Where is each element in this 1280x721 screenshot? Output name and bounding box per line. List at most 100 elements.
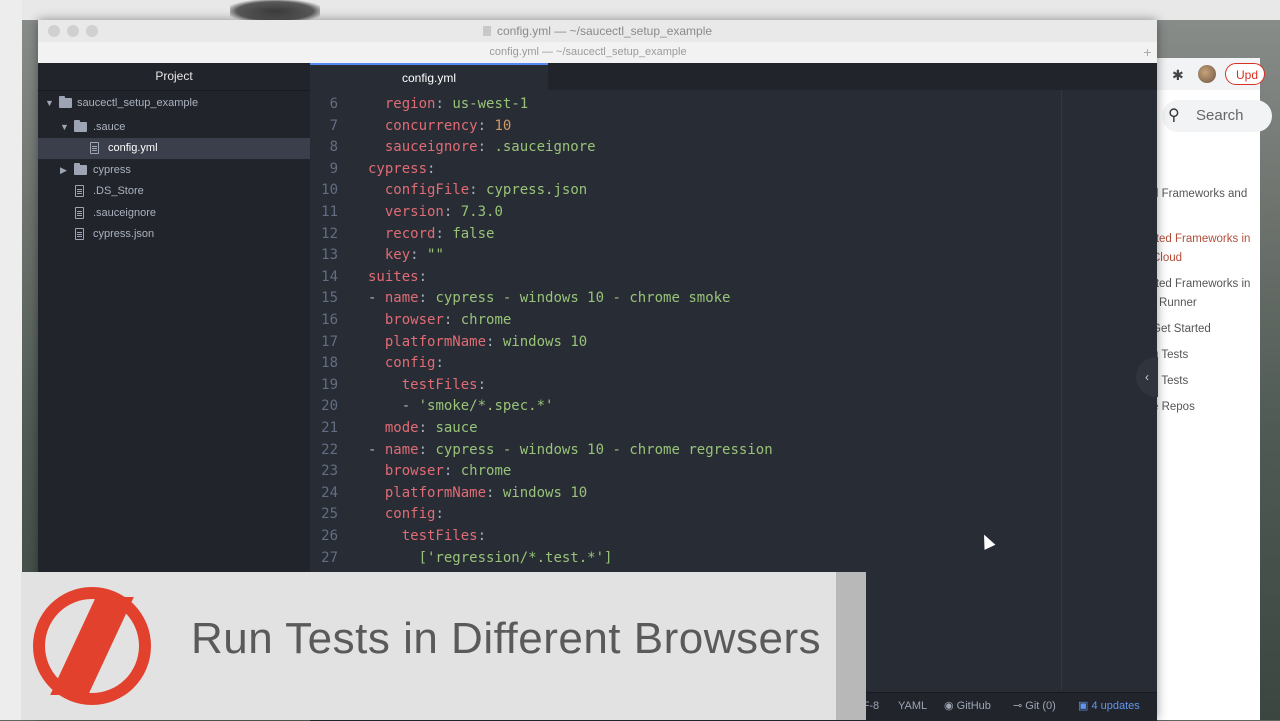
extensions-icon[interactable]: ✱ — [1172, 67, 1184, 84]
window-title: config.yml — ~/saucectl_setup_example — [38, 20, 1157, 42]
code-text: concurrency: 10 — [384, 117, 512, 134]
window-tab[interactable]: config.yml — ~/saucectl_setup_example — [38, 42, 1138, 63]
status-updates[interactable]: ▣ 4 updates — [1078, 693, 1140, 719]
docs-nav-item[interactable]: e Repos — [1152, 401, 1195, 413]
status-git[interactable]: ⊸ Git (0) — [1013, 693, 1056, 719]
tree-item-sauceignore[interactable]: .sauceignore — [38, 203, 310, 224]
line-number: 8 — [329, 139, 338, 156]
code-text: browser: chrome — [384, 312, 512, 328]
code-text: testFiles: — [401, 376, 487, 393]
code-line[interactable]: 11 version: 7.3.0 — [310, 202, 1157, 224]
code-line[interactable]: 27 ['regression/*.test.*'] — [310, 548, 1157, 570]
status-github[interactable]: ◉ GitHub — [944, 693, 991, 719]
code-line[interactable]: 6 region: us-west-1 — [310, 94, 1157, 116]
desktop-left-strip — [0, 0, 22, 720]
line-number: 14 — [321, 268, 338, 285]
search-placeholder: Search — [1196, 107, 1244, 124]
docs-search-box[interactable]: ⚲ Search — [1162, 100, 1272, 132]
file-icon — [75, 185, 84, 197]
code-text: testFiles: — [401, 528, 487, 544]
code-text: suites: — [368, 268, 428, 285]
code-text: browser: chrome — [384, 463, 512, 480]
line-number: 9 — [329, 160, 338, 177]
code-line[interactable]: 26 testFiles: — [310, 526, 1157, 548]
editor-tab-bar: config.yml — [310, 63, 1157, 90]
code-line[interactable]: 8 sauceignore: .sauceignore — [310, 137, 1157, 159]
docs-nav-item[interactable]: r Runner — [1152, 297, 1197, 309]
status-grammar[interactable]: YAML — [898, 693, 927, 719]
desktop-wallpaper-detail — [230, 0, 320, 22]
avatar[interactable] — [1198, 65, 1216, 83]
tree-item-label: .sauce — [93, 121, 126, 133]
code-line[interactable]: 9 cypress: — [310, 159, 1157, 181]
code-text: - 'smoke/*.spec.*' — [401, 398, 554, 415]
code-line[interactable]: 19 testFiles: — [310, 375, 1157, 397]
code-line[interactable]: 23 browser: chrome — [310, 461, 1157, 483]
code-line[interactable]: 18 config: — [310, 353, 1157, 375]
code-text: cypress: — [368, 160, 436, 177]
github-icon: ◉ — [944, 700, 957, 712]
tab-config-yml[interactable]: config.yml — [310, 63, 548, 90]
code-line[interactable]: 16 browser: chrome — [310, 310, 1157, 332]
code-line[interactable]: 7 concurrency: 10 — [310, 116, 1157, 138]
code-line[interactable]: 10 configFile: cypress.json — [310, 180, 1157, 202]
search-icon: ⚲ — [1168, 107, 1180, 124]
code-line[interactable]: 13 key: "" — [310, 245, 1157, 267]
docs-nav-item[interactable]: Get Started — [1152, 323, 1211, 335]
code-text: configFile: cypress.json — [384, 182, 588, 199]
code-text: ['regression/*.test.*'] — [418, 549, 613, 566]
code-text: region: us-west-1 — [384, 96, 529, 112]
code-line[interactable]: 12 record: false — [310, 224, 1157, 246]
banner-edge — [836, 572, 866, 720]
code-text: record: false — [384, 225, 495, 242]
line-number: 10 — [321, 182, 338, 199]
code-line[interactable]: 25 config: — [310, 504, 1157, 526]
browser-toolbar: ✱ Upd — [1140, 58, 1265, 90]
tree-item-label: cypress.json — [93, 228, 155, 240]
folder-icon — [74, 163, 87, 175]
docs-nav-item[interactable]: rted Frameworks in — [1152, 278, 1250, 290]
tree-item-cypress-json[interactable]: cypress.json — [38, 224, 310, 245]
tree-item-root-folder[interactable]: ▼ saucectl_setup_example — [38, 93, 310, 114]
tree-item-cypress-folder[interactable]: ▶ cypress — [38, 160, 310, 181]
status-updates-label: 4 updates — [1091, 700, 1140, 712]
tree-item-label: .DS_Store — [93, 185, 144, 197]
window-tab-strip: config.yml — ~/saucectl_setup_example + — [38, 42, 1157, 64]
file-icon — [75, 228, 84, 240]
code-text: - name: cypress - windows 10 - chrome re… — [368, 441, 773, 458]
tree-item-ds-store[interactable]: .DS_Store — [38, 181, 310, 202]
update-button[interactable]: Upd — [1225, 63, 1265, 85]
code-line[interactable]: 15 - name: cypress - windows 10 - chrome … — [310, 288, 1157, 310]
tree-item-sauce-folder[interactable]: ▼ .sauce — [38, 117, 310, 138]
title-bar: config.yml — ~/saucectl_setup_example — [38, 20, 1157, 43]
line-number: 17 — [321, 333, 338, 350]
docs-nav-item[interactable]: d Frameworks and — [1152, 188, 1247, 200]
code-line[interactable]: 21 mode: sauce — [310, 418, 1157, 440]
code-line[interactable]: 14 suites: — [310, 267, 1157, 289]
code-line[interactable]: 17 platformName: windows 10 — [310, 332, 1157, 354]
line-number: 7 — [329, 117, 338, 134]
line-number: 12 — [321, 225, 338, 242]
code-line[interactable]: 22 - name: cypress - windows 10 - chrome … — [310, 440, 1157, 462]
tree-item-label: .sauceignore — [93, 207, 156, 219]
chevron-down-icon: ▼ — [45, 98, 54, 108]
git-commit-icon: ⊸ — [1013, 700, 1026, 712]
line-number: 13 — [321, 247, 338, 264]
line-number: 22 — [321, 441, 338, 458]
package-icon: ▣ — [1078, 700, 1092, 712]
code-text: mode: sauce — [384, 420, 478, 436]
tree-item-config-file[interactable]: config.yml — [38, 138, 310, 159]
code-line[interactable]: 24 platformName: windows 10 — [310, 483, 1157, 505]
chevron-right-icon: ▶ — [60, 165, 67, 175]
line-number: 18 — [321, 355, 338, 372]
line-number: 11 — [321, 204, 338, 220]
code-text: - name: cypress - windows 10 - chrome sm… — [368, 290, 731, 307]
code-line[interactable]: 20 - 'smoke/*.spec.*' — [310, 396, 1157, 418]
code-text: config: — [384, 506, 444, 523]
browser-window: ✱ Upd ⚲ Search d Frameworks and rted Fra… — [1140, 58, 1272, 720]
new-tab-button[interactable]: + — [1138, 42, 1157, 63]
desktop-menubar — [0, 0, 1280, 20]
line-number: 21 — [321, 420, 338, 436]
docs-nav-item-active[interactable]: rted Frameworks in — [1152, 233, 1250, 245]
line-number: 20 — [321, 398, 338, 415]
